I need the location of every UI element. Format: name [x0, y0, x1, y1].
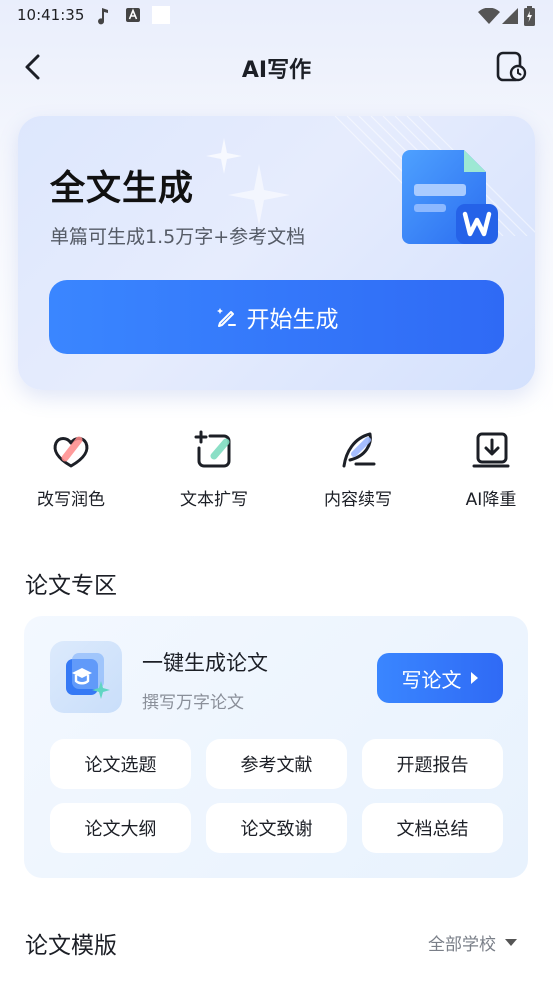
hero-subtitle: 单篇可生成1.5万字+参考文档: [50, 226, 306, 248]
caret-down-icon: [505, 939, 517, 946]
thesis-card: 一键生成论文 撰写万字论文 写论文 论文选题 参考文献 开题报告 论文大纲 论文…: [24, 616, 528, 878]
thesis-card-subtitle: 撰写万字论文: [142, 693, 244, 713]
start-generation-button[interactable]: 开始生成: [49, 280, 504, 354]
thesis-card-title: 一键生成论文: [142, 651, 268, 675]
status-bar: 10:41:35: [0, 0, 553, 32]
wifi-icon: [478, 8, 500, 24]
document-download-icon: [472, 432, 510, 468]
play-triangle-icon: [470, 672, 478, 684]
blank-square-icon: [152, 6, 170, 24]
thesis-icon-tile: [50, 641, 122, 713]
signal-icon: [502, 8, 518, 24]
full-text-generation-card: 全文生成 单篇可生成1.5万字+参考文档 开始生成: [18, 116, 535, 390]
all-schools-label: 全部学校: [428, 935, 496, 955]
tool-rewrite[interactable]: 改写润色: [16, 428, 126, 510]
heart-rewrite-icon: [53, 436, 89, 468]
chip-thesis-outline[interactable]: 论文大纲: [50, 803, 191, 853]
thesis-section-heading: 论文专区: [25, 573, 117, 599]
write-thesis-label: 写论文: [401, 667, 462, 692]
sparkle-large-icon: [228, 164, 290, 226]
word-document-icon: [402, 150, 498, 244]
history-button[interactable]: [494, 50, 528, 84]
battery-icon: [524, 6, 535, 26]
pen-sparkle-icon: [216, 308, 236, 327]
tool-rewrite-label: 改写润色: [37, 490, 105, 510]
tool-reduce-duplication-label: AI降重: [465, 490, 517, 510]
tool-expand[interactable]: 文本扩写: [159, 428, 269, 510]
chip-acknowledgements[interactable]: 论文致谢: [206, 803, 347, 853]
music-note-icon: [98, 8, 108, 25]
all-schools-filter[interactable]: 全部学校: [428, 930, 518, 955]
chip-thesis-topic[interactable]: 论文选题: [50, 739, 191, 789]
quill-feather-icon: [342, 432, 376, 468]
chip-references[interactable]: 参考文献: [206, 739, 347, 789]
quick-tools: 改写润色 文本扩写 内容续写 AI降重: [0, 428, 553, 518]
status-time: 10:41:35: [17, 6, 85, 24]
tool-continue[interactable]: 内容续写: [303, 428, 413, 510]
tool-expand-label: 文本扩写: [180, 490, 248, 510]
start-generation-label: 开始生成: [246, 307, 339, 333]
tool-reduce-duplication[interactable]: AI降重: [436, 428, 546, 510]
templates-section-heading: 论文模版: [25, 933, 117, 959]
chip-document-summary[interactable]: 文档总结: [362, 803, 503, 853]
write-thesis-button[interactable]: 写论文: [377, 653, 503, 703]
tool-continue-label: 内容续写: [324, 490, 392, 510]
graduation-cap-icon: [66, 653, 110, 699]
hero-title: 全文生成: [50, 169, 195, 209]
font-a-icon: [126, 8, 140, 22]
expand-square-icon: [194, 430, 231, 468]
chip-proposal-report[interactable]: 开题报告: [362, 739, 503, 789]
page-title: AI写作: [241, 58, 312, 83]
